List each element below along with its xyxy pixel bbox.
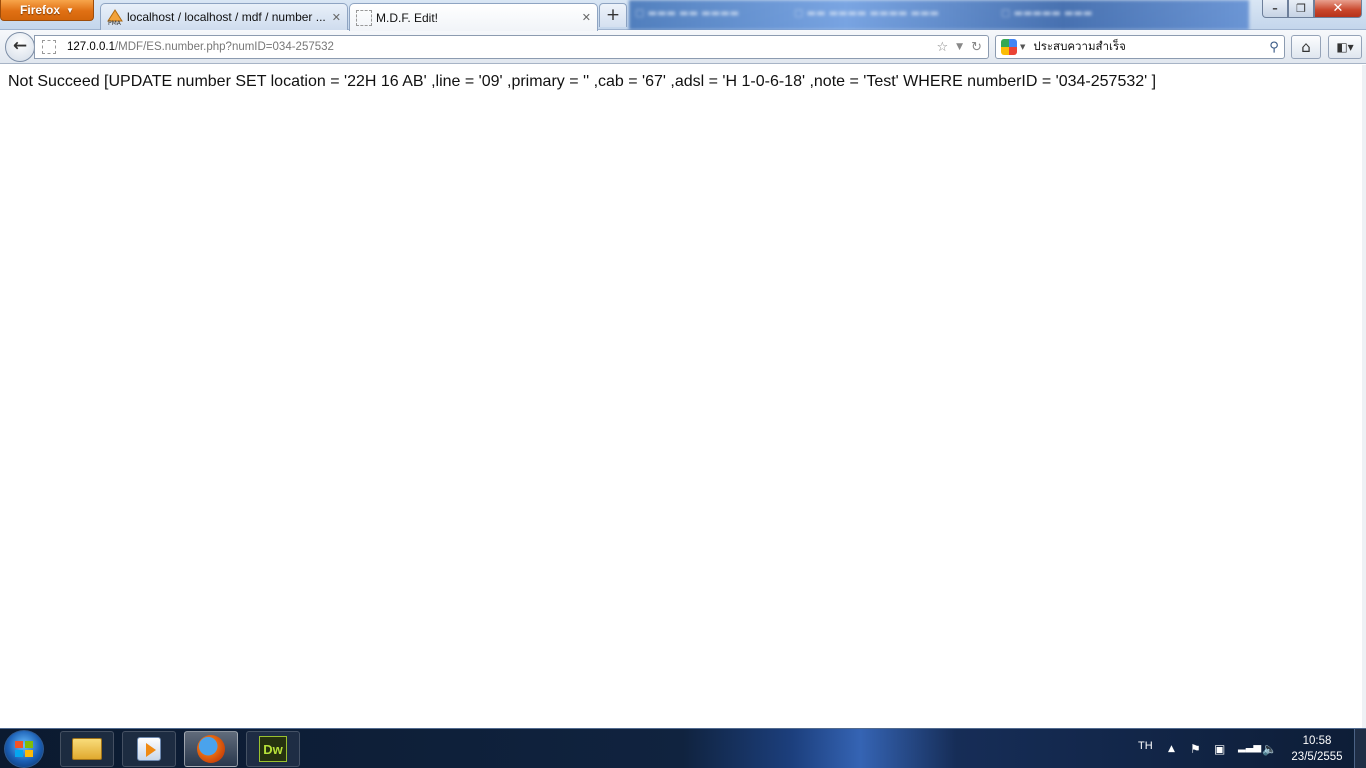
show-hidden-icons-icon[interactable]: ▲ [1168,744,1175,754]
blurred-tab-icon: ▢ ▬▬▬▬▬ ▬▬▬ [1001,8,1093,19]
url-bar-tools: ☆ ▼ ↻ [937,40,988,55]
url-bar[interactable]: 127.0.0.1/MDF/ES.number.php?numID=034-25… [34,35,989,59]
tab-label: M.D.F. Edit! [376,10,439,25]
url-host: 127.0.0.1 [67,41,115,53]
search-input[interactable]: ประสบความสำเร็จ [1033,38,1264,56]
media-player-icon [137,737,161,761]
blurred-tab-icon: ▢ ▬▬▬ ▬▬ ▬▬▬▬ [635,8,740,19]
home-icon: ⌂ [1301,38,1311,56]
taskbar-app-dreamweaver[interactable]: Dw [246,731,300,767]
home-button[interactable]: ⌂ [1291,35,1321,59]
google-icon[interactable] [1001,39,1017,55]
tab-label: localhost / localhost / mdf / number ... [127,10,326,24]
firefox-menu-label: Firefox [20,3,61,17]
search-icon[interactable]: ⚲ [1264,40,1284,55]
chevron-down-icon: ▼ [66,5,74,15]
folder-icon [72,738,102,760]
start-button[interactable] [4,730,44,768]
taskbar-app-explorer[interactable] [60,731,114,767]
close-tab-icon[interactable]: ✕ [332,11,341,24]
system-tray: TH ▲ ⚑ ▣ ▂▃▅ 🔈 10:58 23/5/2555 [1130,729,1366,768]
minimize-button[interactable]: – [1262,0,1288,18]
addon-button[interactable]: ◧▾ [1328,35,1362,59]
browser-titlebar: Firefox ▼ PMA localhost / localhost / md… [0,0,1366,31]
chevron-down-icon[interactable]: ▼ [1020,43,1025,51]
dreamweaver-icon: Dw [259,736,287,762]
error-message: Not Succeed [UPDATE number SET location … [8,73,1157,90]
blurred-tab-icon: ▢ ▬▬ ▬▬▬▬ ▬▬▬▬ ▬▬▬ [794,8,939,19]
reload-icon[interactable]: ↻ [971,40,982,55]
bookmark-star-icon[interactable]: ☆ [937,40,949,55]
tab-phpmyadmin[interactable]: PMA localhost / localhost / mdf / number… [100,3,348,30]
taskbar-app-firefox[interactable] [184,731,238,767]
safely-remove-hardware-icon[interactable]: ▣ [1214,742,1225,756]
site-identity-icon[interactable] [42,40,56,54]
history-dropdown-icon[interactable]: ▼ [956,42,963,52]
close-tab-icon[interactable]: ✕ [582,11,591,24]
windows-taskbar: Dw TH ▲ ⚑ ▣ ▂▃▅ 🔈 10:58 23/5/2555 [0,728,1366,768]
page-content: Not Succeed [UPDATE number SET location … [0,65,1366,728]
clock-time: 10:58 [1302,735,1332,747]
back-arrow-icon: ← [12,36,28,56]
phpmyadmin-icon: PMA [107,9,123,27]
search-bar[interactable]: ▼ ประสบความสำเร็จ ⚲ [995,35,1285,59]
action-center-flag-icon[interactable]: ⚑ [1190,742,1201,756]
close-window-button[interactable]: ✕ [1314,0,1362,18]
new-tab-button[interactable]: + [599,3,627,27]
svg-text:PMA: PMA [108,20,122,25]
clock-date: 23/5/2555 [1291,751,1343,763]
system-clock[interactable]: 10:58 23/5/2555 [1284,733,1350,765]
firefox-icon [197,735,225,763]
back-button[interactable]: ← [5,32,35,62]
firefox-menu-button[interactable]: Firefox ▼ [0,0,94,21]
language-indicator[interactable]: TH [1138,740,1153,752]
network-signal-icon[interactable]: ▂▃▅ [1238,742,1261,753]
blank-page-icon [356,9,372,26]
tab-mdf-edit[interactable]: M.D.F. Edit! ✕ [349,3,598,31]
background-window-area: ▢ ▬▬▬ ▬▬ ▬▬▬▬ ▢ ▬▬ ▬▬▬▬ ▬▬▬▬ ▬▬▬ ▢ ▬▬▬▬▬… [629,0,1249,30]
taskbar-app-media-player[interactable] [122,731,176,767]
windows-logo-icon [15,741,33,757]
page-scrollbar[interactable] [1362,65,1366,728]
addon-icon: ◧▾ [1336,40,1354,54]
volume-icon[interactable]: 🔈 [1262,742,1277,756]
maximize-button[interactable]: ❐ [1288,0,1314,18]
url-path: /MDF/ES.number.php?numID=034-257532 [114,41,334,53]
show-desktop-button[interactable] [1354,729,1366,768]
navigation-toolbar: ← 127.0.0.1/MDF/ES.number.php?numID=034-… [0,30,1366,64]
